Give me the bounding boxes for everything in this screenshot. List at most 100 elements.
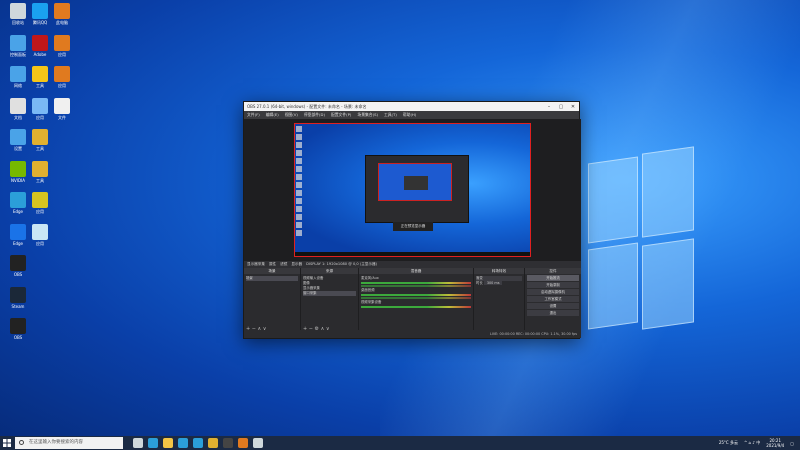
icon-app22-icon — [10, 286, 26, 303]
edge-taskbar-icon[interactable] — [148, 438, 158, 448]
app3-taskbar-icon[interactable] — [253, 438, 263, 448]
mixer-channel-label: 麦克风/Aux — [361, 276, 379, 280]
app2-taskbar-icon[interactable] — [238, 438, 248, 448]
search-placeholder: 在这里输入你要搜索的内容 — [29, 440, 83, 445]
system-tray: 25°C 多云 ^ ⌂ ♪ 中 20:21 2021/9/4 ▢ — [719, 438, 800, 448]
preview-nested-obs — [365, 155, 469, 223]
properties-button[interactable]: 属性 — [269, 262, 276, 267]
mixer-channel-label: 桌面音频 — [361, 288, 375, 292]
menu-profile[interactable]: 配置文件(P) — [331, 112, 351, 118]
icon-app9[interactable]: 应用 — [49, 66, 75, 88]
desktop-icon-label: 应用 — [36, 209, 44, 214]
volume-slider[interactable] — [361, 285, 471, 287]
taskbar-apps — [133, 438, 263, 448]
transitions-dock: 转场特效 渐变 时长 300 ms — [474, 268, 524, 332]
icon-app4-icon — [10, 34, 26, 51]
obs-window[interactable]: OBS 27.0.1 (64-bit, windows) - 配置文件: 未命名… — [243, 101, 581, 339]
start-button[interactable] — [0, 436, 14, 450]
filters-button[interactable]: 滤镜 — [280, 262, 287, 267]
settings-button[interactable]: 设置 — [527, 303, 579, 309]
obs-taskbar-icon[interactable] — [223, 438, 233, 448]
start-recording-button[interactable]: 开始录制 — [527, 282, 579, 288]
menu-tools[interactable]: 工具(T) — [384, 112, 397, 118]
app-taskbar-icon[interactable] — [208, 438, 218, 448]
explorer-taskbar-icon[interactable] — [163, 438, 173, 448]
obs-menubar: 文件(F) 编辑(E) 视图(V) 停靠部件(D) 配置文件(P) 场景集合(S… — [244, 111, 579, 119]
controls-dock-title: 控件 — [525, 268, 581, 274]
icon-app19-icon — [10, 223, 26, 240]
close-icon[interactable]: ✕ — [567, 104, 579, 110]
icon-app23[interactable]: OBS — [5, 318, 31, 340]
source-item[interactable]: 窗口采集 — [303, 291, 356, 296]
icon-app3[interactable]: 此电脑 — [49, 3, 75, 25]
icon-app20[interactable]: 应用 — [27, 223, 53, 246]
notification-icon[interactable]: ▢ — [790, 441, 794, 446]
mail-taskbar-icon[interactable] — [193, 438, 203, 448]
obs-docks: 场景 场景 + − ∧ ∨ 来源 视频输入设备 图像 显示器采集 窗口采集 + … — [244, 268, 581, 332]
source-toolbar: 显示器采集 属性 滤镜 显示器 DISPLAY 1: 1920x1080 @ 0… — [244, 261, 581, 268]
icon-app13-icon — [10, 129, 26, 145]
menu-edit[interactable]: 编辑(E) — [266, 112, 279, 118]
display-select[interactable]: DISPLAY 1: 1920x1080 @ 0,0 (主显示器) — [306, 262, 377, 267]
icon-app14[interactable]: 工具 — [27, 129, 53, 151]
icon-app16[interactable]: 工具 — [27, 160, 53, 183]
menu-file[interactable]: 文件(F) — [247, 112, 260, 118]
desktop-icon-label: OBS — [13, 272, 23, 277]
exit-button[interactable]: 退出 — [527, 310, 579, 316]
maximize-icon[interactable]: ▢ — [555, 104, 567, 110]
taskbar: 在这里输入你要搜索的内容 25°C 多云 ^ ⌂ ♪ 中 20:21 2021/… — [0, 436, 800, 450]
icon-app6-icon — [54, 34, 70, 51]
menu-scene-collection[interactable]: 场景集合(S) — [357, 112, 378, 118]
obs-statusbar: LIVE: 00:00:00 REC: 00:00:00 CPU: 1.1%, … — [244, 330, 581, 338]
desktop-icon-label: 应用 — [58, 51, 66, 57]
icon-app10-icon — [10, 97, 26, 114]
preview-desktop-icons — [296, 126, 306, 238]
scenes-dock: 场景 场景 + − ∧ ∨ — [244, 268, 300, 332]
icon-app12[interactable]: 文件 — [49, 97, 75, 120]
minimize-icon[interactable]: – — [543, 104, 555, 110]
store-taskbar-icon[interactable] — [178, 438, 188, 448]
wallpaper-windows-logo — [588, 146, 788, 350]
icon-app17-icon — [10, 192, 26, 208]
sources-dock: 来源 视频输入设备 图像 显示器采集 窗口采集 + − ⚙ ∧ ∨ — [301, 268, 358, 332]
icon-app3-icon — [54, 3, 70, 19]
studio-mode-button[interactable]: 工作室模式 — [527, 296, 579, 302]
weather-widget[interactable]: 25°C 多云 — [719, 440, 738, 446]
mixer-channel-label: 视频采集设备 — [361, 300, 382, 304]
desktop-icon-label: 工具 — [36, 146, 44, 151]
desktop-icon-label: 此电脑 — [56, 20, 68, 25]
obs-titlebar[interactable]: OBS 27.0.1 (64-bit, windows) - 配置文件: 未命名… — [244, 102, 579, 111]
desktop-icon-label: Steam — [11, 303, 25, 309]
desktop-icon-label: 文件 — [58, 114, 66, 120]
clock-date: 2021/9/4 — [766, 443, 785, 448]
icon-app18-icon — [32, 192, 48, 208]
icon-app15-icon — [10, 160, 26, 177]
taskbar-search-box[interactable]: 在这里输入你要搜索的内容 — [15, 437, 123, 449]
menu-docks[interactable]: 停靠部件(D) — [304, 112, 325, 118]
icon-app21[interactable]: OBS — [5, 255, 31, 277]
taskview-icon[interactable] — [133, 438, 143, 448]
volume-meter — [361, 282, 471, 284]
icon-app22[interactable]: Steam — [5, 286, 31, 309]
icon-app18[interactable]: 应用 — [27, 192, 53, 214]
volume-slider[interactable] — [361, 297, 471, 299]
icon-app9-icon — [54, 66, 70, 82]
volume-meter — [361, 294, 471, 296]
icon-app6[interactable]: 应用 — [49, 34, 75, 57]
icon-app23-icon — [10, 318, 26, 334]
menu-help[interactable]: 帮助(H) — [403, 112, 416, 118]
source-name: 显示器采集 — [247, 262, 265, 266]
preview-canvas[interactable]: 正在预览显示器 — [294, 123, 531, 257]
virtual-camera-button[interactable]: 启动虚拟摄像机 — [527, 289, 579, 295]
menu-view[interactable]: 视图(V) — [285, 112, 298, 118]
preview-taskbar — [295, 252, 530, 256]
tray-icons[interactable]: ^ ⌂ ♪ 中 — [744, 440, 760, 446]
icon-app12-icon — [54, 97, 70, 114]
clock[interactable]: 20:21 2021/9/4 — [766, 438, 784, 448]
icon-app11-icon — [32, 97, 48, 114]
scene-item[interactable]: 场景 — [246, 276, 298, 281]
obs-title: OBS 27.0.1 (64-bit, windows) - 配置文件: 未命名… — [247, 103, 367, 109]
start-streaming-button[interactable]: 开始推流 — [527, 275, 579, 281]
duration-input[interactable]: 300 ms — [483, 281, 503, 285]
desktop-icons: 回收站 腾讯QQ 此电脑 控制面板 Adobe 应用 网络 工具 应用 文档 应用 文件 设置 工具 NVI… — [0, 0, 80, 436]
